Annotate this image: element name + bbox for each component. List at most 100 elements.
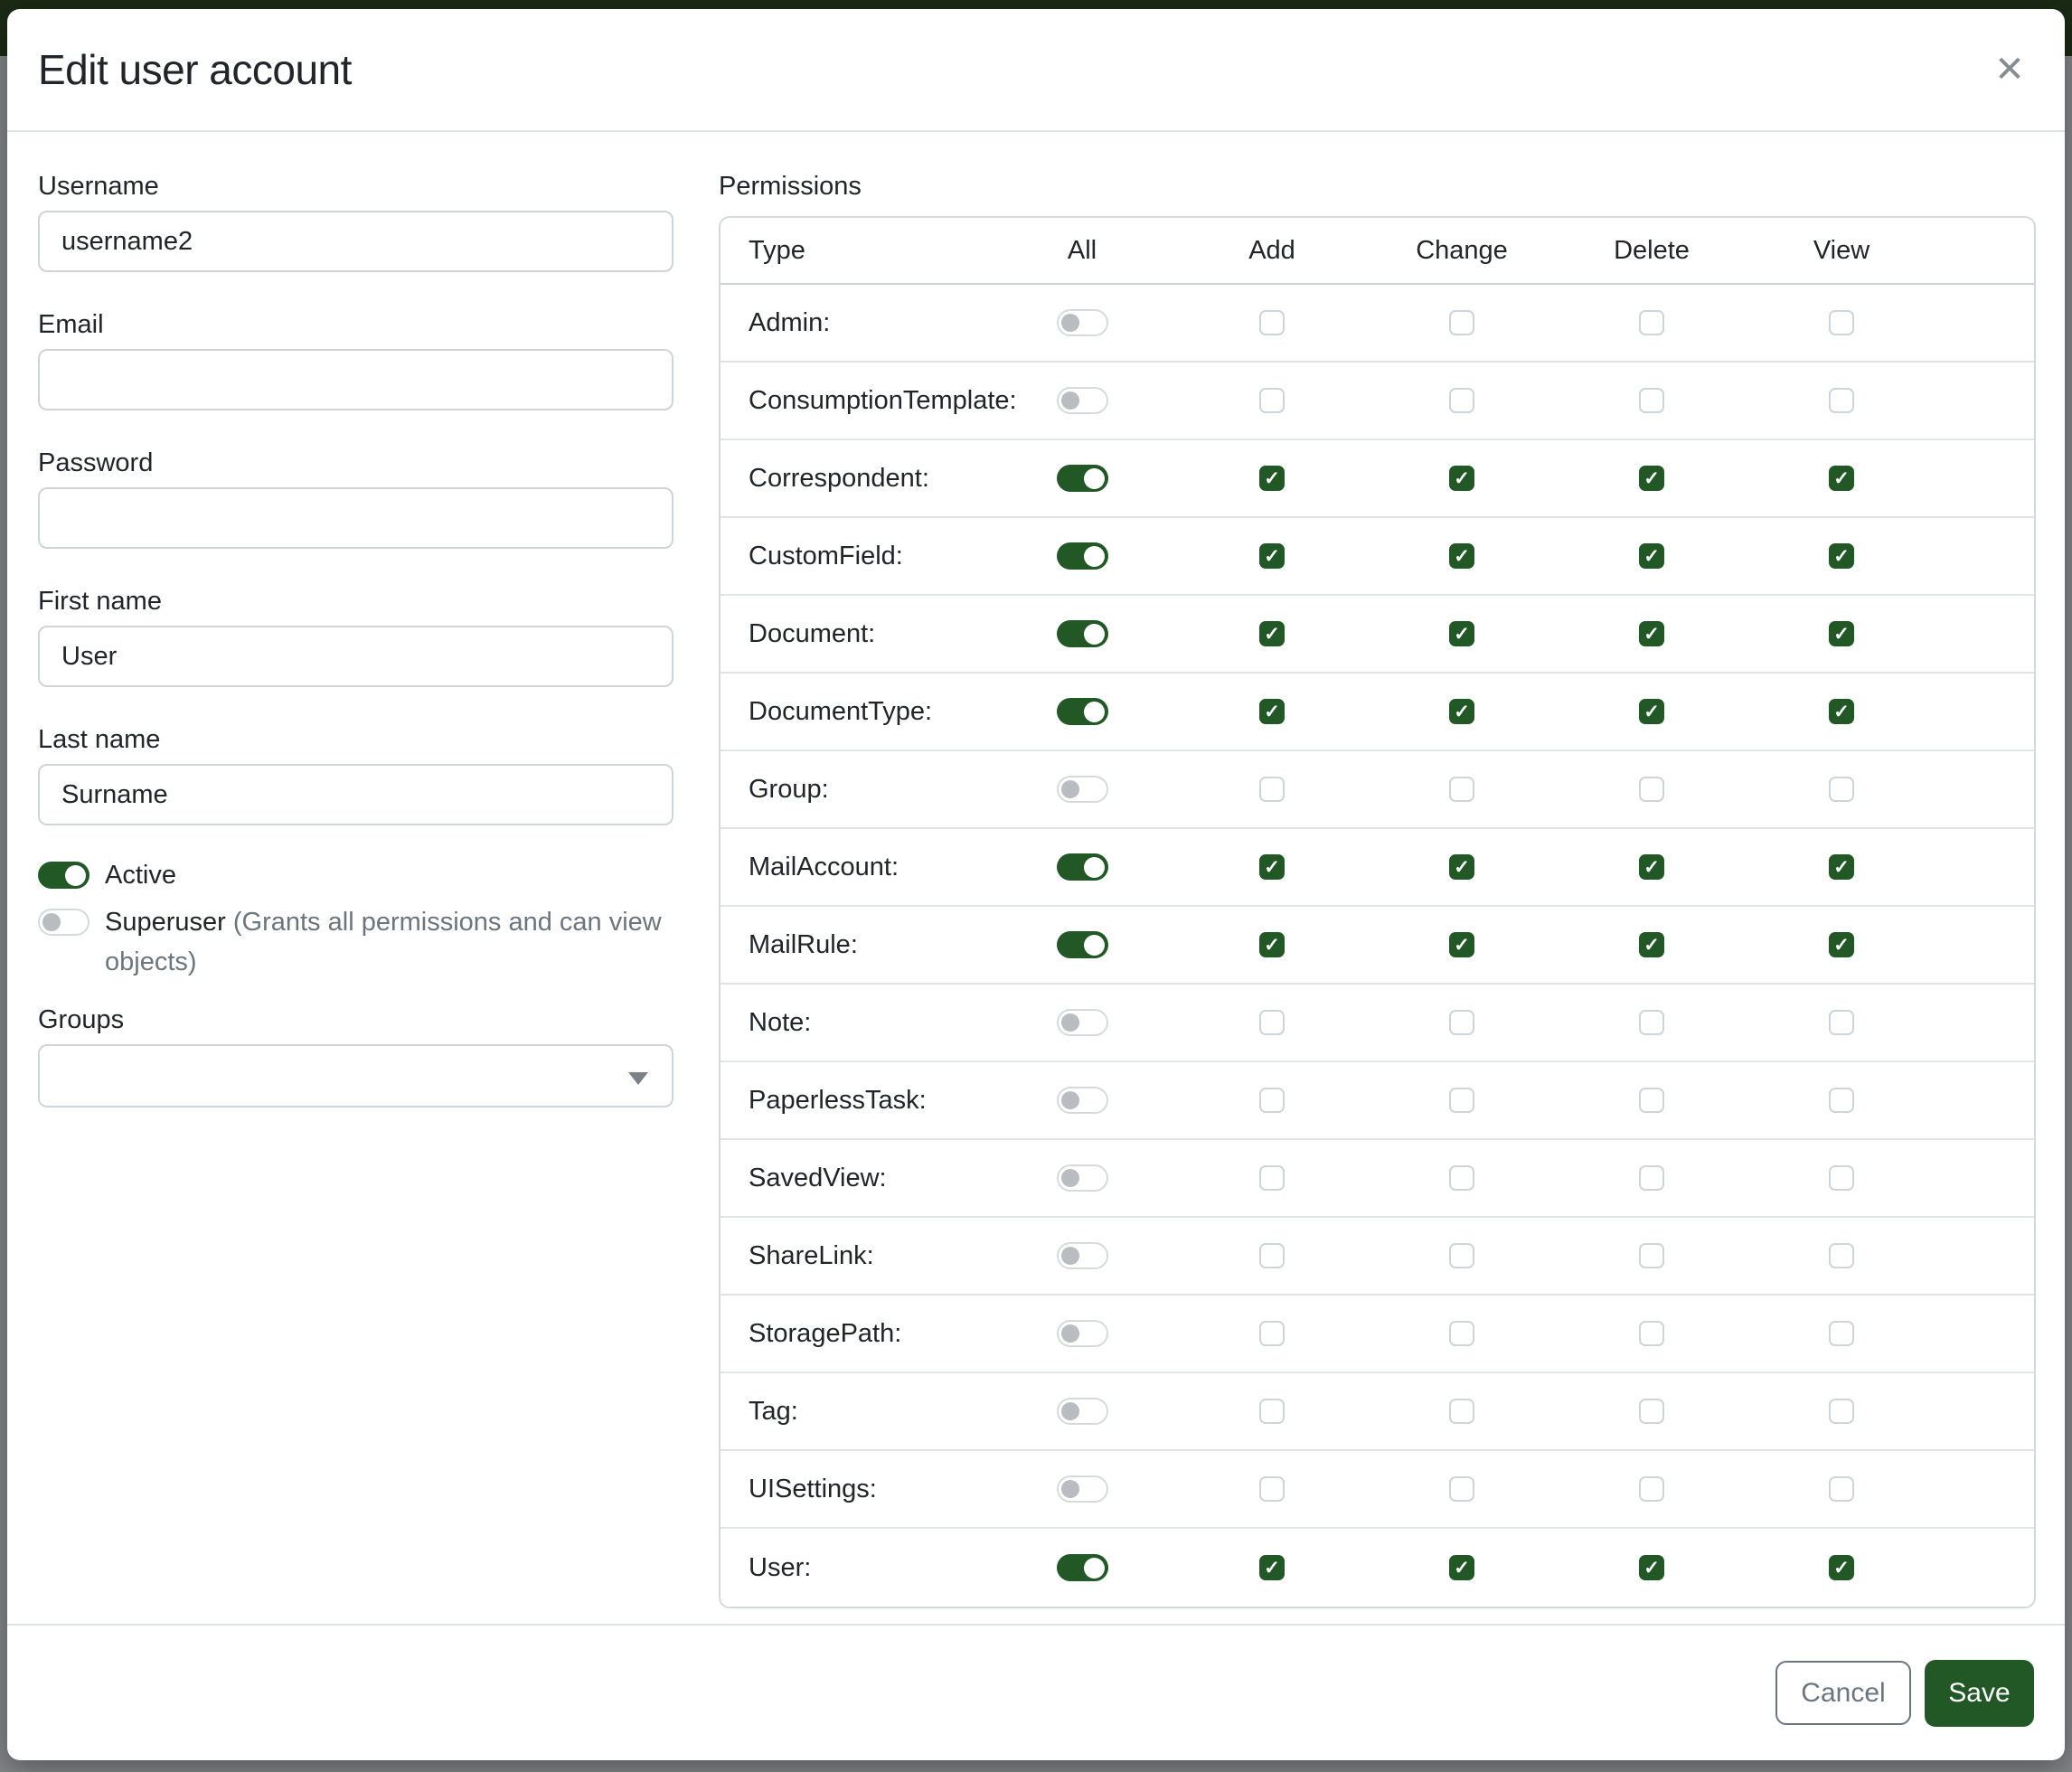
active-toggle[interactable] xyxy=(38,862,89,889)
all-toggle[interactable] xyxy=(1057,1164,1108,1192)
view-checkbox[interactable]: ✓ xyxy=(1829,1476,1854,1502)
all-toggle[interactable] xyxy=(1057,698,1108,725)
delete-checkbox[interactable]: ✓ xyxy=(1639,1476,1664,1502)
delete-checkbox[interactable]: ✓ xyxy=(1639,932,1664,957)
view-checkbox[interactable]: ✓ xyxy=(1829,854,1854,880)
all-toggle[interactable] xyxy=(1057,1087,1108,1114)
change-checkbox[interactable]: ✓ xyxy=(1449,388,1474,413)
all-toggle[interactable] xyxy=(1057,1242,1108,1269)
view-checkbox[interactable]: ✓ xyxy=(1829,621,1854,646)
delete-checkbox[interactable]: ✓ xyxy=(1639,543,1664,569)
change-checkbox[interactable]: ✓ xyxy=(1449,1476,1474,1502)
groups-select[interactable] xyxy=(38,1044,673,1108)
change-checkbox[interactable]: ✓ xyxy=(1449,777,1474,802)
all-toggle[interactable] xyxy=(1057,1320,1108,1347)
delete-checkbox[interactable]: ✓ xyxy=(1639,1010,1664,1035)
delete-checkbox[interactable]: ✓ xyxy=(1639,854,1664,880)
all-toggle[interactable] xyxy=(1057,309,1108,336)
add-checkbox[interactable]: ✓ xyxy=(1259,1555,1285,1580)
add-checkbox[interactable]: ✓ xyxy=(1259,1243,1285,1268)
add-checkbox[interactable]: ✓ xyxy=(1259,388,1285,413)
delete-checkbox[interactable]: ✓ xyxy=(1639,699,1664,724)
delete-checkbox[interactable]: ✓ xyxy=(1639,1399,1664,1424)
all-toggle[interactable] xyxy=(1057,1475,1108,1503)
all-toggle[interactable] xyxy=(1057,620,1108,647)
view-checkbox[interactable]: ✓ xyxy=(1829,388,1854,413)
password-input[interactable] xyxy=(38,487,673,549)
add-checkbox[interactable]: ✓ xyxy=(1259,699,1285,724)
view-checkbox[interactable]: ✓ xyxy=(1829,310,1854,335)
add-checkbox[interactable]: ✓ xyxy=(1259,310,1285,335)
close-button[interactable]: ✕ xyxy=(1982,42,2038,98)
delete-checkbox[interactable]: ✓ xyxy=(1639,777,1664,802)
change-checkbox[interactable]: ✓ xyxy=(1449,1243,1474,1268)
last-name-input[interactable] xyxy=(38,764,673,825)
add-checkbox[interactable]: ✓ xyxy=(1259,1399,1285,1424)
add-checkbox[interactable]: ✓ xyxy=(1259,543,1285,569)
all-toggle[interactable] xyxy=(1057,542,1108,570)
cancel-button[interactable]: Cancel xyxy=(1775,1661,1911,1725)
all-toggle[interactable] xyxy=(1057,465,1108,492)
delete-checkbox[interactable]: ✓ xyxy=(1639,310,1664,335)
permission-type-label: Correspondent: xyxy=(720,464,987,494)
col-header-type: Type xyxy=(720,236,987,266)
view-checkbox[interactable]: ✓ xyxy=(1829,932,1854,957)
add-checkbox[interactable]: ✓ xyxy=(1259,466,1285,491)
all-toggle[interactable] xyxy=(1057,387,1108,414)
add-checkbox[interactable]: ✓ xyxy=(1259,1088,1285,1113)
delete-checkbox[interactable]: ✓ xyxy=(1639,388,1664,413)
change-checkbox[interactable]: ✓ xyxy=(1449,1010,1474,1035)
change-checkbox[interactable]: ✓ xyxy=(1449,310,1474,335)
all-toggle[interactable] xyxy=(1057,853,1108,881)
change-checkbox[interactable]: ✓ xyxy=(1449,1399,1474,1424)
view-checkbox[interactable]: ✓ xyxy=(1829,1010,1854,1035)
delete-checkbox[interactable]: ✓ xyxy=(1639,1165,1664,1191)
view-checkbox[interactable]: ✓ xyxy=(1829,1321,1854,1346)
view-checkbox[interactable]: ✓ xyxy=(1829,1088,1854,1113)
first-name-input[interactable] xyxy=(38,626,673,687)
delete-checkbox[interactable]: ✓ xyxy=(1639,1088,1664,1113)
delete-checkbox[interactable]: ✓ xyxy=(1639,1321,1664,1346)
view-checkbox[interactable]: ✓ xyxy=(1829,1243,1854,1268)
permission-row: StoragePath: ✓ ✓ ✓ ✓ xyxy=(720,1296,2034,1373)
change-checkbox[interactable]: ✓ xyxy=(1449,466,1474,491)
superuser-toggle[interactable] xyxy=(38,909,89,936)
permission-type-label: ShareLink: xyxy=(720,1241,987,1271)
email-input[interactable] xyxy=(38,349,673,410)
change-checkbox[interactable]: ✓ xyxy=(1449,1165,1474,1191)
delete-checkbox[interactable]: ✓ xyxy=(1639,621,1664,646)
all-toggle[interactable] xyxy=(1057,776,1108,803)
change-checkbox[interactable]: ✓ xyxy=(1449,543,1474,569)
add-checkbox[interactable]: ✓ xyxy=(1259,1476,1285,1502)
change-checkbox[interactable]: ✓ xyxy=(1449,932,1474,957)
change-checkbox[interactable]: ✓ xyxy=(1449,699,1474,724)
view-checkbox[interactable]: ✓ xyxy=(1829,699,1854,724)
change-checkbox[interactable]: ✓ xyxy=(1449,854,1474,880)
all-toggle[interactable] xyxy=(1057,1398,1108,1425)
view-checkbox[interactable]: ✓ xyxy=(1829,1165,1854,1191)
view-checkbox[interactable]: ✓ xyxy=(1829,543,1854,569)
all-toggle[interactable] xyxy=(1057,931,1108,958)
add-checkbox[interactable]: ✓ xyxy=(1259,854,1285,880)
change-checkbox[interactable]: ✓ xyxy=(1449,1321,1474,1346)
delete-checkbox[interactable]: ✓ xyxy=(1639,1555,1664,1580)
view-checkbox[interactable]: ✓ xyxy=(1829,1399,1854,1424)
username-input[interactable] xyxy=(38,211,673,272)
view-checkbox[interactable]: ✓ xyxy=(1829,777,1854,802)
add-checkbox[interactable]: ✓ xyxy=(1259,777,1285,802)
add-checkbox[interactable]: ✓ xyxy=(1259,932,1285,957)
change-checkbox[interactable]: ✓ xyxy=(1449,621,1474,646)
change-checkbox[interactable]: ✓ xyxy=(1449,1088,1474,1113)
view-checkbox[interactable]: ✓ xyxy=(1829,1555,1854,1580)
change-checkbox[interactable]: ✓ xyxy=(1449,1555,1474,1580)
delete-checkbox[interactable]: ✓ xyxy=(1639,1243,1664,1268)
add-checkbox[interactable]: ✓ xyxy=(1259,1165,1285,1191)
save-button[interactable]: Save xyxy=(1925,1660,2034,1727)
add-checkbox[interactable]: ✓ xyxy=(1259,1010,1285,1035)
all-toggle[interactable] xyxy=(1057,1009,1108,1036)
all-toggle[interactable] xyxy=(1057,1554,1108,1581)
view-checkbox[interactable]: ✓ xyxy=(1829,466,1854,491)
delete-checkbox[interactable]: ✓ xyxy=(1639,466,1664,491)
add-checkbox[interactable]: ✓ xyxy=(1259,1321,1285,1346)
add-checkbox[interactable]: ✓ xyxy=(1259,621,1285,646)
